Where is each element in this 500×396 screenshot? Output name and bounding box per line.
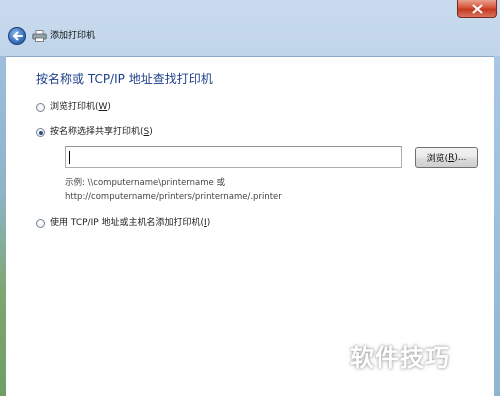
radio-label-browse: 浏览打印机(W)	[50, 102, 111, 112]
window-title: 添加打印机	[50, 31, 96, 41]
page-heading: 按名称或 TCP/IP 地址查找打印机	[36, 72, 213, 86]
radio-button[interactable]	[36, 219, 45, 228]
example-text-line2: http://computername/printers/printername…	[65, 192, 282, 202]
radio-select-shared-printer[interactable]: 按名称选择共享打印机(S)	[36, 127, 153, 138]
printer-icon	[32, 30, 47, 42]
radio-browse-printer[interactable]: 浏览打印机(W)	[36, 102, 111, 113]
radio-button[interactable]	[36, 103, 45, 112]
back-button[interactable]	[8, 27, 26, 45]
text-caret	[69, 151, 70, 164]
radio-label-tcpip: 使用 TCP/IP 地址或主机名添加打印机(I)	[50, 218, 211, 228]
watermark-text: 软件技巧	[350, 343, 450, 372]
printer-name-input[interactable]	[65, 146, 402, 168]
back-arrow-icon	[12, 31, 23, 41]
browse-button[interactable]: 浏览(R)...	[415, 147, 478, 168]
radio-label-shared: 按名称选择共享打印机(S)	[50, 127, 153, 137]
radio-button-selected[interactable]	[36, 128, 45, 137]
example-text-line1: 示例: \\computername\printername 或	[65, 178, 225, 188]
close-button[interactable]	[457, 0, 497, 18]
radio-tcpip-hostname[interactable]: 使用 TCP/IP 地址或主机名添加打印机(I)	[36, 218, 210, 229]
close-icon	[472, 4, 482, 13]
